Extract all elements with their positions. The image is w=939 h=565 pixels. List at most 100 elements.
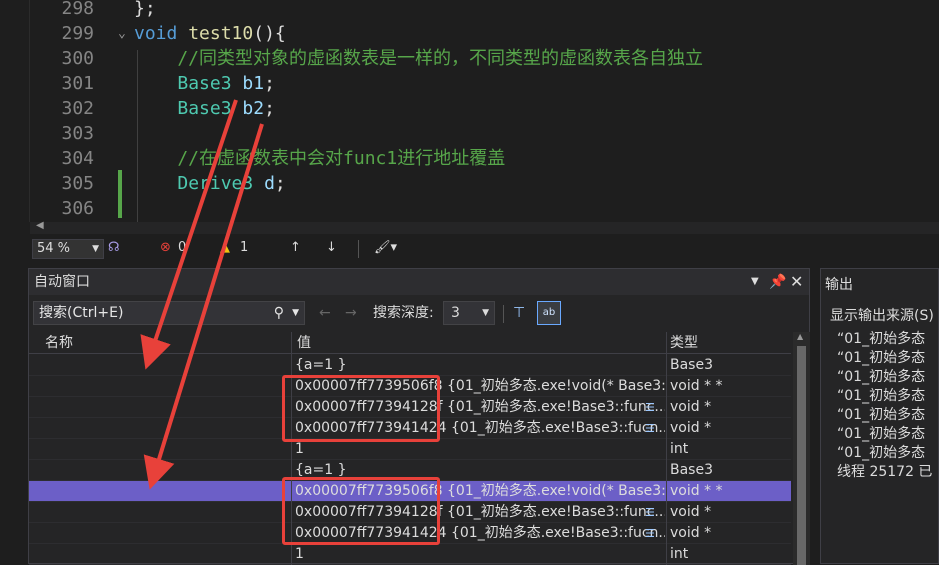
code-text: Base3 b2;	[134, 96, 275, 121]
line-number: 301	[61, 73, 94, 94]
visualizer-icon[interactable]: ☰	[645, 523, 655, 544]
code-token: //同类型对象的虚函数表是一样的，不同类型的虚函数表各自独立	[134, 48, 704, 69]
autos-row[interactable]: ◇a1int	[29, 439, 791, 460]
code-line[interactable]: 305 Derive3 d;	[0, 171, 909, 196]
scroll-left-icon[interactable]: ◀	[36, 220, 44, 231]
row-type: void * *	[670, 378, 723, 394]
row-type: int	[670, 546, 689, 562]
code-token: b1	[242, 73, 265, 94]
output-title: 输出	[825, 277, 853, 293]
editor-status-strip: 54 % ▼ ☊ ⊗ 0 ▲ 1 ↑ ↓ 🖌▾	[28, 236, 939, 262]
hex-display-icon[interactable]: ab	[537, 301, 561, 325]
code-token: b2	[242, 98, 265, 119]
annotation-box-b2	[282, 477, 440, 545]
zoom-dropdown[interactable]: 54 % ▼	[32, 239, 104, 259]
warning-count: 1	[240, 240, 249, 255]
code-editor[interactable]: 298}; 299 ⌄ void test10(){300 //同类型对象的虚函数表是…	[0, 0, 939, 222]
row-type: void *	[670, 420, 712, 436]
close-icon[interactable]: ✕	[790, 269, 803, 295]
code-line[interactable]: 299 ⌄ void test10(){	[0, 21, 909, 46]
fold-chevron-icon[interactable]: ⌄	[118, 21, 126, 46]
code-token: d	[264, 173, 275, 194]
code-token: Base3	[177, 98, 232, 119]
visualizer-icon[interactable]: ☰	[645, 418, 655, 439]
forward-arrow-icon[interactable]: →	[345, 301, 357, 325]
code-token: Base3	[177, 73, 232, 94]
line-number: 298	[61, 0, 94, 19]
scroll-up-icon[interactable]: ▲	[797, 332, 803, 341]
output-line: “01_初始多态	[837, 388, 926, 404]
warning-icon[interactable]: ▲	[220, 240, 230, 255]
pin-watch-icon[interactable]: ⊤	[513, 301, 525, 325]
code-line[interactable]: 298};	[0, 0, 909, 21]
autos-row[interactable]: ◇a1int	[29, 544, 791, 565]
output-line: “01_初始多态	[837, 426, 926, 442]
autos-vertical-scrollbar[interactable]: ▲	[793, 332, 810, 565]
row-type: void *	[670, 525, 712, 541]
line-number: 306	[61, 198, 94, 219]
divider	[503, 305, 504, 323]
pin-icon[interactable]: 📌	[769, 269, 786, 295]
line-number: 304	[61, 148, 94, 169]
error-count: 0	[178, 240, 187, 255]
row-type: void *	[670, 504, 712, 520]
autos-row[interactable]: ▶◈b1{a=1 }Base3	[29, 355, 791, 376]
editor-horizontal-scrollbar[interactable]: ◀	[30, 220, 939, 234]
search-icon[interactable]: ⚲	[274, 302, 284, 324]
output-window: 输出 显示输出来源(S) “01_初始多态 “01_初始多态 “01_初始多态 “01…	[820, 268, 939, 564]
code-token: Derive3	[177, 173, 254, 194]
row-value[interactable]: 1	[293, 439, 665, 460]
line-number: 302	[61, 98, 94, 119]
column-divider[interactable]	[666, 332, 667, 565]
visualizer-icon[interactable]: ☰	[645, 397, 655, 418]
output-line: “01_初始多态	[837, 445, 926, 461]
code-line[interactable]: 304 //在虚函数表中会对func1进行地址覆盖	[0, 146, 909, 171]
arrow-down-icon[interactable]: ↓	[326, 240, 337, 255]
code-text: Derive3 d;	[134, 171, 286, 196]
code-line[interactable]: 301 Base3 b1;	[0, 71, 909, 96]
scroll-thumb[interactable]	[797, 346, 806, 565]
code-token: ;	[274, 173, 286, 194]
col-type[interactable]: 类型	[670, 332, 698, 354]
row-type: void * *	[670, 483, 723, 499]
window-menu-icon[interactable]: ▼	[751, 269, 759, 295]
col-name[interactable]: 名称	[45, 332, 73, 354]
cleanup-brush-icon[interactable]: 🖌▾	[374, 240, 397, 255]
line-number: 299	[61, 23, 94, 44]
depth-dropdown[interactable]: 3 ▼	[443, 301, 495, 325]
visualizer-icon[interactable]: ☰	[645, 502, 655, 523]
depth-value: 3	[451, 305, 460, 321]
code-token: ;	[264, 73, 275, 94]
col-value[interactable]: 值	[297, 332, 311, 354]
code-token: //在虚函数表中会对func1进行地址覆盖	[134, 148, 506, 169]
code-line[interactable]: 306	[0, 196, 909, 221]
row-value[interactable]: 1	[293, 544, 665, 565]
chevron-down-icon: ▼	[482, 308, 489, 318]
depth-label: 搜索深度:	[373, 305, 434, 321]
code-line[interactable]: 302 Base3 b2;	[0, 96, 909, 121]
output-line: 线程 25172 已	[837, 464, 933, 480]
copilot-icon[interactable]: ☊	[108, 240, 120, 255]
code-line[interactable]: 300 //同类型对象的虚函数表是一样的，不同类型的虚函数表各自独立	[0, 46, 909, 71]
output-line: “01_初始多态	[837, 369, 926, 385]
output-line: “01_初始多态	[837, 407, 926, 423]
back-arrow-icon[interactable]: ←	[319, 301, 331, 325]
code-line[interactable]: 303	[0, 121, 909, 146]
zoom-value: 54 %	[37, 241, 71, 256]
arrow-up-icon[interactable]: ↑	[290, 240, 301, 255]
row-value[interactable]: {a=1 }	[293, 355, 665, 376]
line-number: 305	[61, 173, 94, 194]
code-token: (){	[253, 23, 286, 44]
search-input[interactable]: 搜索(Ctrl+E) ⚲ ▼	[33, 301, 305, 325]
chevron-down-icon[interactable]: ▼	[292, 302, 299, 324]
error-icon[interactable]: ⊗	[160, 240, 171, 255]
autos-title: 自动窗口	[34, 274, 90, 290]
row-type: void *	[670, 399, 712, 415]
output-line: “01_初始多态	[837, 331, 926, 347]
